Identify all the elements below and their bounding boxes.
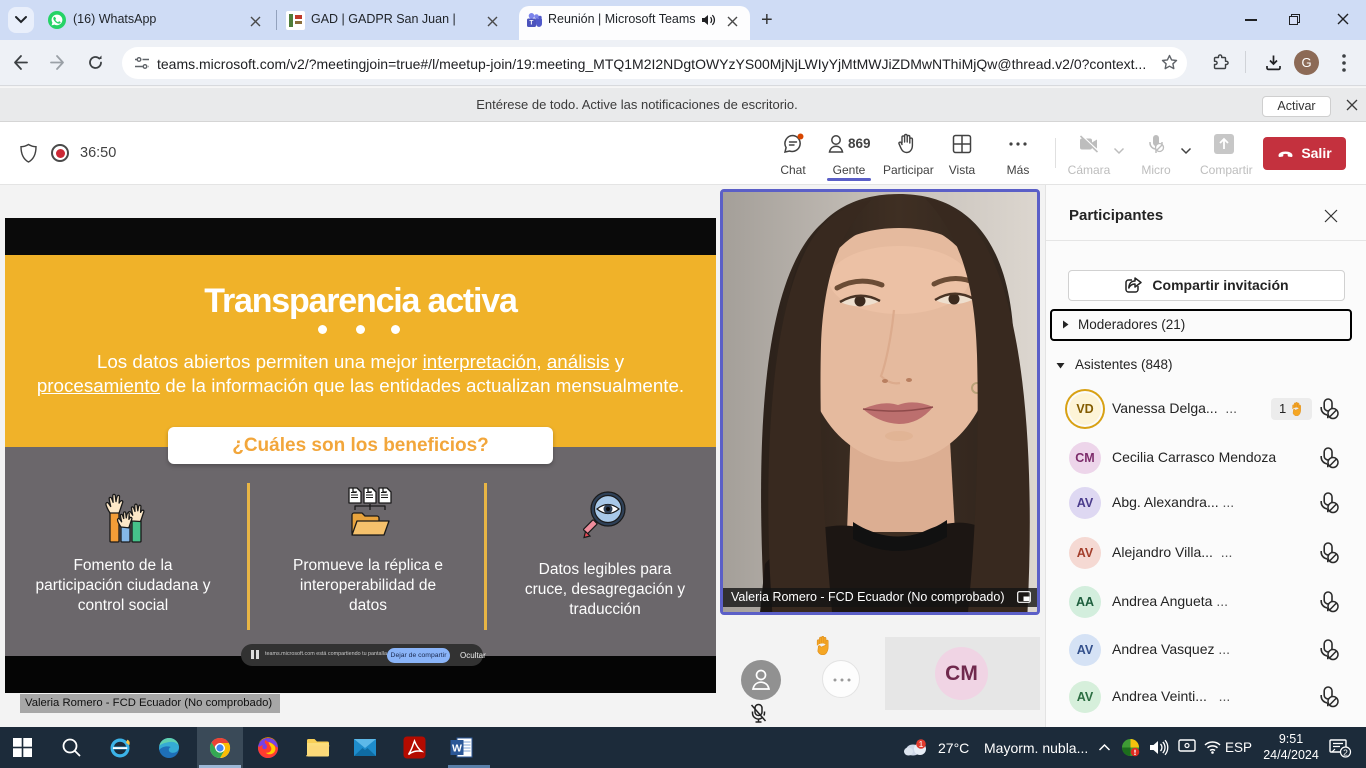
svg-text:869: 869	[848, 136, 871, 151]
svg-text:T: T	[529, 20, 533, 27]
svg-text:W: W	[452, 743, 462, 755]
svg-text:2: 2	[1343, 747, 1348, 757]
svg-text:1: 1	[919, 739, 924, 749]
